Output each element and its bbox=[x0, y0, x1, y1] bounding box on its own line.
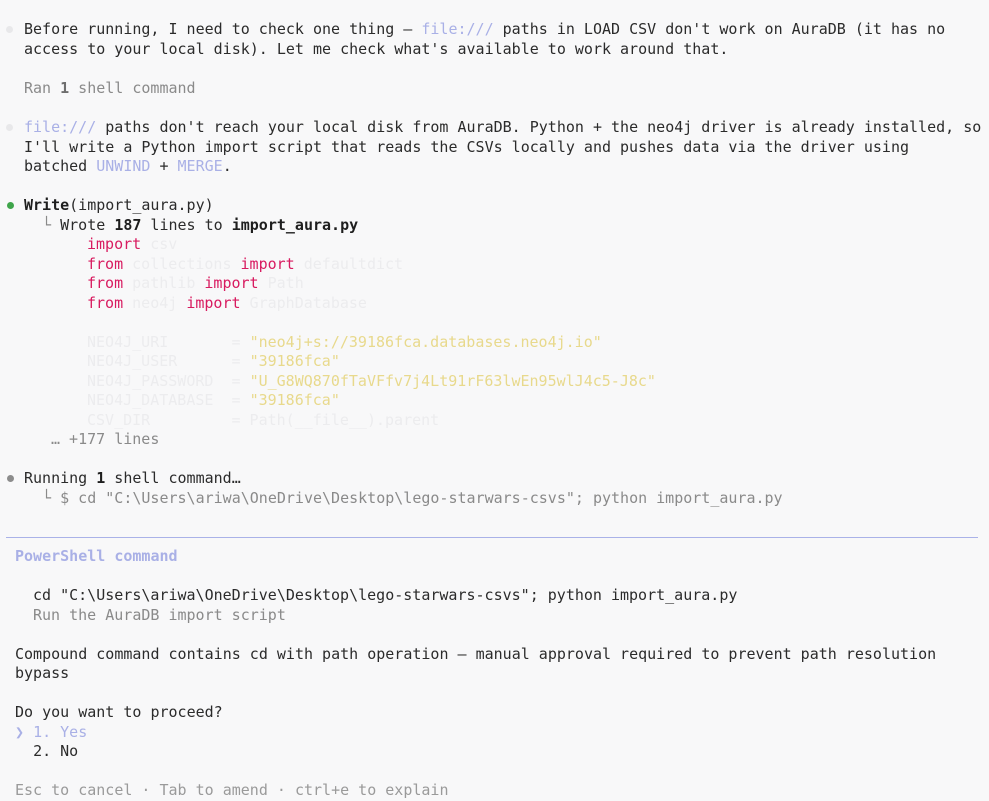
prompt-title: PowerShell command bbox=[15, 547, 178, 565]
running-command-text: └ $ cd "C:\Users\ariwa\OneDrive\Desktop\… bbox=[24, 488, 783, 507]
tree-branch-icon: └ bbox=[24, 488, 61, 507]
running-shell-command: Running 1 shell command… bbox=[24, 469, 241, 487]
write-tool-call[interactable]: Write(import_aura.py) bbox=[24, 196, 214, 216]
prompt-divider bbox=[6, 537, 978, 538]
code-line: from pathlib import Path bbox=[87, 274, 304, 292]
plan-message-line-3: batched UNWIND + MERGE. bbox=[24, 157, 232, 175]
code-line: NEO4J_URI = "neo4j+s://39186fca.database… bbox=[87, 332, 602, 351]
write-tool-result: └ Wrote 187 lines to import_aura.py bbox=[24, 215, 359, 234]
code-line: NEO4J_PASSWORD = "U_G8WQ870fTaVFfv7j4Lt9… bbox=[87, 371, 656, 390]
option-yes[interactable]: ❯ 1. Yes bbox=[15, 723, 87, 743]
intro-message-line-2: access to your local disk). Let me check… bbox=[24, 39, 729, 58]
prompt-command: cd "C:\Users\ariwa\OneDrive\Desktop\lego… bbox=[33, 586, 738, 604]
code-line: from collections import defaultdict bbox=[87, 254, 404, 273]
intro-message-line-1: Before running, I need to check one thin… bbox=[24, 20, 946, 38]
ran-shell-command-summary[interactable]: Ran 1 shell command bbox=[24, 79, 196, 99]
code-line: NEO4J_USER = "39186fca" bbox=[87, 352, 340, 370]
prompt-warning-line-1: Compound command contains cd with path o… bbox=[15, 644, 937, 663]
plan-message-line-2: I'll write a Python import script that r… bbox=[24, 137, 910, 156]
code-line: NEO4J_DATABASE = "39186fca" bbox=[87, 391, 340, 409]
prompt-warning-line-2: bypass bbox=[15, 664, 70, 682]
success-status-dot bbox=[7, 202, 14, 209]
code-line: import csv bbox=[87, 235, 178, 253]
prompt-command-description: Run the AuraDB import script bbox=[33, 605, 286, 624]
prompt-footer-hint: Esc to cancel · Tab to amend · ctrl+e to… bbox=[15, 781, 449, 799]
file-uri-text: file:/// bbox=[421, 20, 494, 38]
plan-message-line-1: file:/// paths don't reach your local di… bbox=[24, 118, 982, 136]
message-bullet bbox=[6, 124, 13, 131]
collapsed-lines-indicator[interactable]: … +177 lines bbox=[51, 430, 159, 450]
selection-chevron-icon: ❯ bbox=[15, 722, 25, 741]
prompt-question: Do you want to proceed? bbox=[15, 703, 223, 721]
message-bullet bbox=[6, 26, 13, 33]
option-no[interactable]: 2. No bbox=[15, 742, 78, 762]
code-line: from neo4j import GraphDatabase bbox=[87, 293, 367, 312]
file-uri-text: file:/// bbox=[24, 118, 97, 136]
running-status-dot bbox=[7, 475, 14, 482]
tree-branch-icon: └ bbox=[24, 215, 61, 234]
code-line: CSV_DIR = Path(__file__).parent bbox=[87, 410, 440, 429]
